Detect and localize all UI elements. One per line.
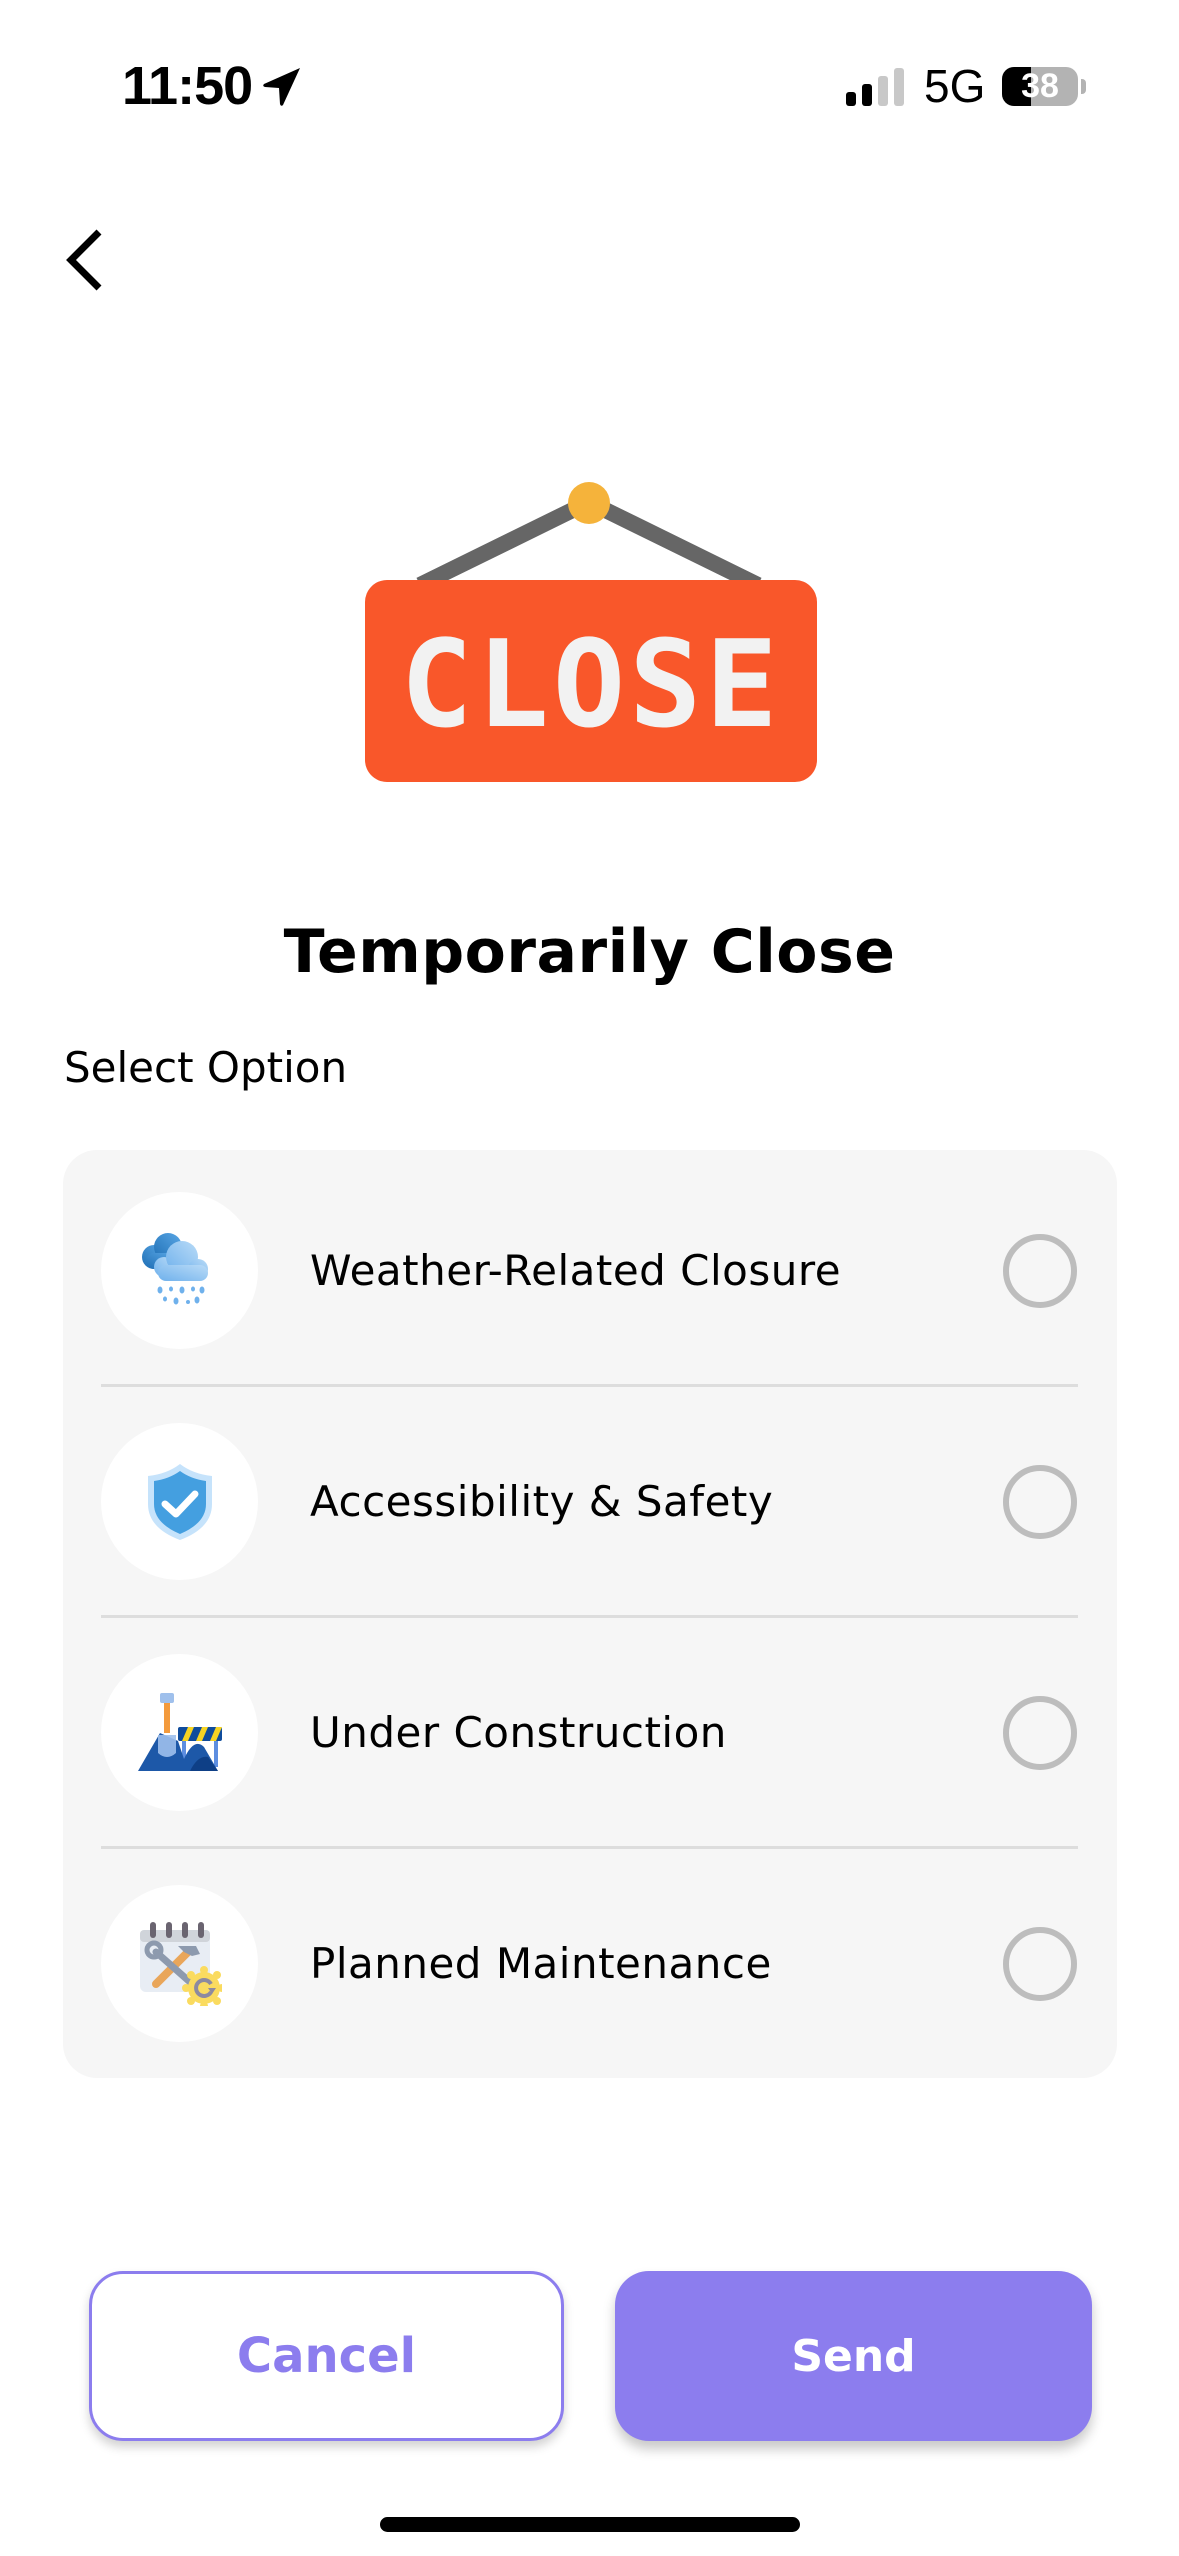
battery-cap: [1081, 79, 1086, 94]
option-label: Under Construction: [310, 1707, 727, 1757]
option-label: Planned Maintenance: [310, 1938, 772, 1988]
cancel-button[interactable]: Cancel: [89, 2271, 564, 2441]
send-button[interactable]: Send: [615, 2271, 1092, 2441]
option-icon-container: [101, 1885, 258, 2042]
sign-string-left: [416, 494, 593, 593]
construction-shovel-icon: [137, 1692, 222, 1771]
option-icon-container: [101, 1192, 258, 1349]
close-sign-icon: CLOSE: [365, 482, 817, 782]
sign-text: CLOSE: [400, 616, 781, 755]
shield-check-icon: [147, 1463, 212, 1540]
option-label: Weather-Related Closure: [310, 1245, 842, 1295]
rain-cloud-icon: [141, 1232, 208, 1304]
cellular-signal-icon: [846, 68, 904, 106]
section-label: Select Option: [64, 1043, 348, 1092]
home-indicator[interactable]: [380, 2517, 800, 2532]
network-type: 5G: [924, 60, 986, 112]
option-planned-maintenance[interactable]: Planned Maintenance: [63, 1843, 1117, 2073]
option-accessibility-safety[interactable]: Accessibility & Safety: [63, 1381, 1117, 1611]
sign-pin: [568, 482, 610, 524]
calendar-tools-icon: [139, 1921, 222, 2006]
status-time: 11:50: [122, 56, 253, 116]
option-under-construction[interactable]: Under Construction: [63, 1612, 1117, 1842]
page-title: Temporarily Close: [283, 917, 896, 987]
option-label: Accessibility & Safety: [310, 1476, 774, 1526]
options-list: Weather-Related Closure Accessibility & …: [63, 1150, 1117, 2078]
option-icon-container: [101, 1423, 258, 1580]
option-icon-container: [101, 1654, 258, 1811]
radio-button[interactable]: [1003, 1696, 1077, 1770]
location-arrow-icon: [263, 68, 300, 106]
option-weather-related-closure[interactable]: Weather-Related Closure: [63, 1150, 1117, 1380]
radio-button[interactable]: [1003, 1927, 1077, 2001]
battery-percent: 38: [1021, 67, 1059, 105]
radio-button[interactable]: [1003, 1234, 1077, 1308]
radio-button[interactable]: [1003, 1465, 1077, 1539]
back-button[interactable]: [50, 215, 120, 305]
battery-icon: 38: [1002, 67, 1078, 106]
chevron-left-icon: [66, 229, 102, 291]
sign-string-right: [585, 494, 762, 593]
